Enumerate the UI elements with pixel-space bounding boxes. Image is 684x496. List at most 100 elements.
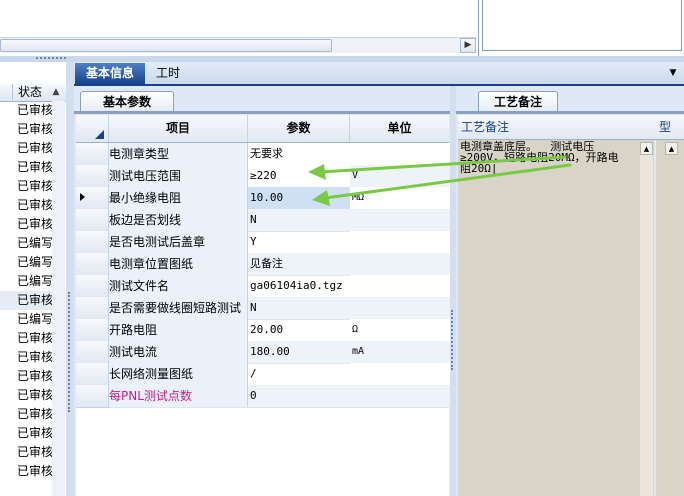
cell-unit[interactable] [350, 297, 450, 319]
row-indicator[interactable] [76, 385, 109, 408]
splitter-grip[interactable] [68, 292, 73, 412]
column-header-unit[interactable]: 单位 [350, 115, 449, 142]
list-item[interactable]: 已审核 [0, 443, 52, 462]
row-indicator[interactable] [76, 209, 109, 232]
status-column-header[interactable]: 状态 [18, 83, 42, 101]
type-textarea[interactable] [656, 140, 684, 496]
row-indicator[interactable] [76, 231, 109, 254]
list-item[interactable]: 已审核 [0, 196, 52, 215]
tab-menu-dropdown-icon[interactable]: ▼ [666, 66, 680, 80]
list-item[interactable]: 已审核 [0, 291, 52, 310]
tab-work-hours[interactable]: 工时 [148, 63, 188, 84]
list-item[interactable]: 已审核 [0, 101, 52, 120]
cell-unit[interactable]: V [350, 165, 450, 187]
list-item[interactable]: 已审核 [0, 120, 52, 139]
list-item[interactable]: 已编写 [0, 253, 52, 272]
corner-triangle-icon [95, 130, 104, 139]
cell-value[interactable]: 180.00 [248, 341, 351, 363]
vertical-splitter[interactable] [66, 62, 74, 496]
cell-item: 板边是否划线 [109, 209, 248, 231]
cell-value[interactable]: N [248, 209, 351, 231]
cell-item: 电测章类型 [109, 143, 248, 165]
type-column-header[interactable]: 型 [656, 115, 684, 140]
list-item-status: 已审核 [17, 179, 52, 193]
cell-value[interactable]: ga06104ia0.tgz [248, 275, 351, 297]
cell-unit[interactable]: MΩ [350, 187, 450, 209]
list-item-status: 已编写 [17, 255, 52, 269]
cell-item: 最小绝缘电阻 [109, 187, 248, 209]
cell-unit[interactable]: Ω [350, 319, 450, 341]
cell-unit[interactable] [350, 231, 450, 253]
list-item[interactable]: 已审核 [0, 367, 52, 386]
header-separator [12, 84, 13, 100]
cell-item: 是否电测试后盖章 [109, 231, 248, 253]
list-item[interactable]: 已审核 [0, 462, 52, 481]
cell-unit[interactable] [350, 385, 450, 407]
tab-basic-params[interactable]: 基本参数 [80, 91, 174, 112]
cell-unit[interactable] [350, 275, 450, 297]
cell-value[interactable]: Y [248, 231, 351, 253]
list-item-status: 已编写 [17, 236, 52, 250]
cell-value[interactable]: ≥220 [248, 165, 351, 187]
list-item[interactable]: 已审核 [0, 215, 52, 234]
current-row-indicator-icon [80, 193, 85, 201]
list-item[interactable]: 已审核 [0, 177, 52, 196]
tab-process-notes[interactable]: 工艺备注 [478, 91, 558, 112]
row-indicator[interactable] [76, 297, 109, 320]
list-item-status: 已编写 [17, 312, 52, 326]
list-item[interactable]: 已审核 [0, 348, 52, 367]
cell-unit[interactable] [350, 143, 450, 165]
scroll-right-arrow-icon[interactable]: ▶ [460, 38, 476, 53]
row-indicator[interactable] [76, 363, 109, 386]
cell-value[interactable]: 0 [248, 385, 351, 407]
vertical-scrollbar[interactable] [52, 101, 65, 496]
list-item-status: 已审核 [17, 217, 52, 231]
cell-value[interactable]: / [248, 363, 351, 385]
cell-unit[interactable] [350, 209, 450, 231]
cell-unit[interactable]: mA [350, 341, 450, 363]
row-indicator[interactable] [76, 275, 109, 298]
horizontal-scroll-thumb[interactable] [0, 39, 332, 52]
row-indicator[interactable] [76, 319, 109, 342]
cell-value[interactable]: 无要求 [248, 143, 351, 165]
list-item-status: 已审核 [17, 388, 52, 402]
process-notes-text[interactable]: 电测章盖底层。 测试电压 ≥200V，短路电阻20MΩ，开路电 阻20Ω| [460, 141, 638, 174]
list-item[interactable]: 已编写 [0, 310, 52, 329]
cell-value[interactable]: 10.00 [248, 187, 351, 209]
cell-value[interactable]: 见备注 [248, 253, 351, 275]
cell-item: 长网络测量图纸 [109, 363, 248, 385]
list-item-status: 已编写 [17, 274, 52, 288]
row-indicator[interactable] [76, 341, 109, 364]
cell-unit[interactable] [350, 253, 450, 275]
list-item[interactable]: 已审核 [0, 405, 52, 424]
list-item-status: 已审核 [17, 331, 52, 345]
row-indicator[interactable] [76, 143, 109, 166]
list-item-status: 已审核 [17, 122, 52, 136]
row-indicator[interactable] [76, 165, 109, 188]
list-item[interactable]: 已编写 [0, 272, 52, 291]
scroll-up-arrow-icon[interactable]: ▲ [640, 142, 653, 155]
list-item-status: 已审核 [17, 369, 52, 383]
list-item-status: 已审核 [17, 141, 52, 155]
tab-basic-info[interactable]: 基本信息 [75, 63, 145, 84]
notes-scrollbar[interactable] [640, 142, 653, 496]
grid-corner[interactable] [76, 115, 109, 142]
process-notes-column-header[interactable]: 工艺备注 [458, 115, 657, 140]
list-item[interactable]: 已审核 [0, 424, 52, 443]
column-header-item[interactable]: 项目 [109, 115, 248, 142]
list-item[interactable]: 已审核 [0, 329, 52, 348]
list-item[interactable]: 已编写 [0, 234, 52, 253]
list-item[interactable]: 已审核 [0, 139, 52, 158]
process-notes-textarea[interactable] [458, 140, 654, 496]
scroll-up-arrow-icon[interactable]: ▲ [665, 142, 678, 155]
row-indicator[interactable] [76, 253, 109, 276]
cell-value[interactable]: N [248, 297, 351, 319]
cell-value[interactable]: 20.00 [248, 319, 351, 341]
cell-unit[interactable] [350, 363, 450, 385]
tab-underline [456, 111, 684, 114]
list-item-status: 已审核 [17, 407, 52, 421]
list-item[interactable]: 已审核 [0, 158, 52, 177]
sort-up-icon[interactable]: ▲ [49, 84, 63, 100]
column-header-value[interactable]: 参数 [248, 115, 350, 142]
list-item[interactable]: 已审核 [0, 386, 52, 405]
